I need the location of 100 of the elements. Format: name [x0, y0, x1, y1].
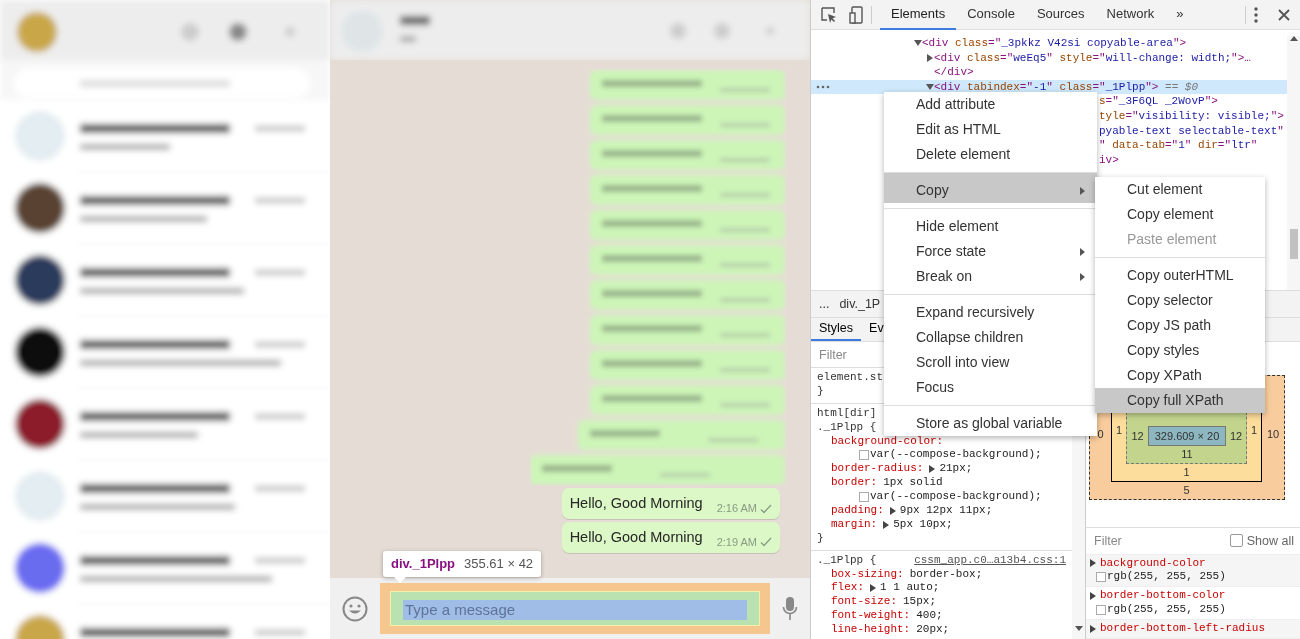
breadcrumb-more[interactable]: ...: [819, 294, 830, 314]
box-value: 11: [1180, 447, 1194, 463]
scroll-down-icon[interactable]: [1074, 626, 1083, 631]
more-options-icon[interactable]: [1254, 6, 1258, 23]
dom-node-text[interactable]: " data-tab="1" dir="ltr": [1099, 138, 1258, 153]
css-property-name: line-height:: [831, 623, 911, 638]
dom-node-text[interactable]: iv>: [1099, 152, 1119, 168]
message-time: 2:16 AM: [716, 501, 757, 517]
scrollbar[interactable]: [1287, 36, 1300, 290]
box-value: 5: [1182, 483, 1191, 499]
menu-item[interactable]: Copy outerHTML: [1095, 257, 1265, 288]
dom-node-text[interactable]: s="_3F6QL _2WovP">: [1099, 94, 1218, 109]
css-property-name: font-weight:: [831, 609, 911, 624]
css-selector: ._1Plpp {: [817, 553, 877, 568]
color-swatch[interactable]: [859, 450, 869, 461]
menu-item[interactable]: Copy: [884, 172, 1097, 203]
menu-item[interactable]: Copy full XPath: [1095, 388, 1265, 413]
css-selector: html[dir]: [817, 406, 877, 421]
expand-arrow-icon[interactable]: [929, 465, 936, 474]
menu-item[interactable]: Copy styles: [1095, 338, 1265, 363]
css-property-value: rgb(255, 255, 255): [1107, 570, 1226, 585]
menu-item[interactable]: Scroll into view: [884, 350, 1097, 375]
scrollbar-thumb[interactable]: [1289, 229, 1298, 259]
scroll-up-icon[interactable]: [1289, 36, 1298, 41]
dom-node-text[interactable]: <div class="_3pkkz V42si copyable-area">: [922, 36, 1187, 51]
expand-arrow-icon[interactable]: [1090, 625, 1096, 634]
css-property-value: 1 1 auto;: [880, 581, 940, 596]
color-swatch[interactable]: [859, 492, 869, 503]
message-text: Hello, Good Morning: [569, 494, 703, 513]
panel-tab[interactable]: »: [1165, 0, 1195, 30]
css-property-value: var(--compose-background);: [870, 490, 1042, 505]
expand-arrow-icon[interactable]: [870, 584, 876, 593]
message-text: Hello, Good Morning: [569, 527, 703, 547]
menu-item[interactable]: Focus: [884, 375, 1097, 400]
css-property-name: box-sizing:: [831, 567, 904, 582]
css-selector: element.st: [817, 371, 883, 385]
panel-tab[interactable]: Console: [956, 0, 1026, 30]
css-property-value: 21px;: [939, 462, 973, 477]
menu-item[interactable]: Copy JS path: [1095, 313, 1265, 338]
box-value: 0: [1096, 426, 1105, 442]
menu-item[interactable]: Cut element: [1095, 177, 1265, 202]
color-swatch[interactable]: [1096, 572, 1106, 583]
stylesheet-link[interactable]: cssm_app.c0…a13b4.css:1: [914, 553, 1066, 568]
css-property-name: border-radius:: [831, 462, 924, 477]
menu-item[interactable]: Add attribute: [884, 92, 1097, 117]
expand-arrow-icon[interactable]: [926, 53, 934, 62]
box-value: 1: [1182, 465, 1191, 481]
show-all-checkbox[interactable]: Show all: [1229, 531, 1294, 551]
dom-node-text[interactable]: </div>: [934, 65, 974, 80]
more-icon[interactable]: [816, 84, 830, 89]
css-property-name: background-color: [1100, 556, 1206, 571]
expand-arrow-icon[interactable]: [1090, 559, 1096, 568]
css-property-name: padding:: [831, 504, 884, 518]
expand-arrow-icon[interactable]: [1090, 592, 1096, 601]
expand-arrow-icon[interactable]: [914, 39, 922, 48]
css-property-value: border-box;: [909, 567, 983, 582]
color-swatch[interactable]: [1096, 605, 1106, 616]
menu-item[interactable]: Copy element: [1095, 202, 1265, 227]
css-property-value: 9px 12px 11px;: [899, 504, 993, 518]
microphone-icon[interactable]: [782, 595, 798, 622]
closing-brace: }: [817, 531, 824, 546]
css-property-name: background-color:: [831, 434, 944, 449]
css-property-value: var(--compose-background);: [870, 448, 1042, 463]
element-size: 355.61 × 42: [464, 555, 534, 573]
check-icon: [760, 537, 772, 548]
panel-tab[interactable]: Sources: [1025, 0, 1096, 30]
message-time: 2:19 AM: [716, 535, 757, 550]
content-box: 329.609 × 20: [1148, 426, 1226, 446]
css-property-value: 5px 10px;: [893, 517, 953, 532]
box-value: 1: [1114, 423, 1124, 439]
closing-brace: }: [817, 384, 824, 399]
menu-item[interactable]: Edit as HTML: [884, 117, 1097, 142]
panel-tab[interactable]: Elements: [880, 0, 957, 30]
menu-item[interactable]: Copy XPath: [1095, 363, 1265, 388]
dom-node-text[interactable]: <div class="weEq5" style="will-change: width;">…: [934, 50, 1251, 66]
css-property-name: border-bottom-color: [1100, 589, 1226, 604]
css-property-name: border:: [831, 476, 878, 491]
box-value: 10: [1265, 426, 1281, 442]
menu-item[interactable]: Copy selector: [1095, 288, 1265, 313]
css-selector: ._1Plpp {: [817, 420, 877, 435]
box-value: 1: [1249, 423, 1259, 439]
device-toolbar-icon[interactable]: [849, 5, 863, 24]
css-property-value: 400;: [916, 609, 943, 624]
box-value: 12: [1130, 428, 1145, 444]
check-icon: [760, 503, 772, 514]
css-property-name: margin:: [831, 517, 878, 532]
close-icon[interactable]: [1278, 8, 1290, 21]
breadcrumb-item[interactable]: div._1P: [839, 294, 881, 314]
message-input[interactable]: Type a message: [403, 600, 747, 621]
expand-arrow-icon[interactable]: [926, 83, 934, 92]
css-property-value: 15px;: [903, 595, 937, 610]
panel-tab[interactable]: Network: [1095, 0, 1166, 30]
menu-item[interactable]: Delete element: [884, 142, 1097, 167]
dom-node-text[interactable]: tyle="visibility: visible;">: [1099, 108, 1284, 124]
css-property-name: flex:: [831, 581, 864, 596]
box-value: 12: [1228, 428, 1244, 444]
css-property-name: border-bottom-left-radius: [1100, 622, 1266, 636]
dom-node-text[interactable]: pyable-text selectable-text": [1099, 123, 1284, 139]
emoji-icon[interactable]: [342, 595, 368, 622]
inspect-element-icon[interactable]: [821, 6, 837, 23]
